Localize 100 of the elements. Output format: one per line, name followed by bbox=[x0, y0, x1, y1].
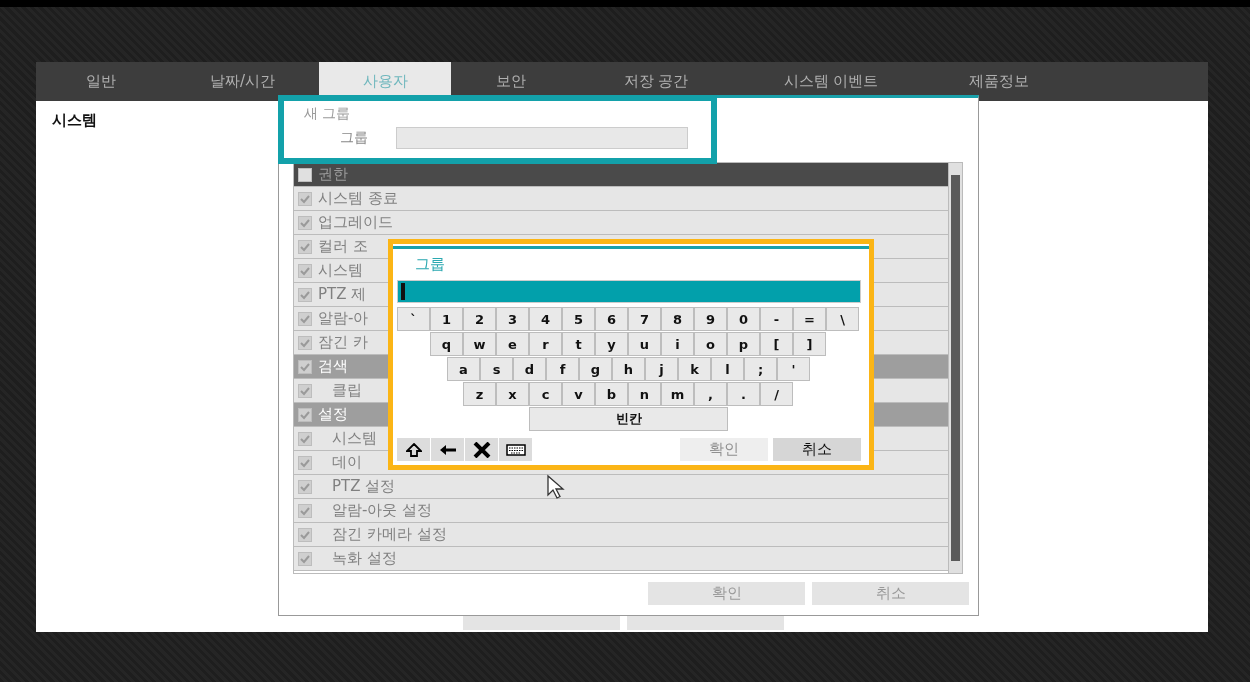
key[interactable]: ` bbox=[397, 307, 430, 331]
keyboard-title: 그룹 bbox=[415, 255, 445, 273]
key[interactable]: y bbox=[595, 332, 628, 356]
key[interactable]: w bbox=[463, 332, 496, 356]
text-caret bbox=[401, 283, 405, 300]
key[interactable]: 8 bbox=[661, 307, 694, 331]
permission-label: 검색 bbox=[318, 357, 348, 376]
key[interactable]: d bbox=[513, 357, 546, 381]
key[interactable]: \ bbox=[826, 307, 859, 331]
key[interactable]: 2 bbox=[463, 307, 496, 331]
checkbox-checked-icon[interactable] bbox=[298, 335, 312, 350]
checkbox-checked-icon[interactable] bbox=[298, 383, 312, 398]
key[interactable]: ' bbox=[777, 357, 810, 381]
key[interactable]: k bbox=[678, 357, 711, 381]
key[interactable]: = bbox=[793, 307, 826, 331]
checkbox-checked-icon[interactable] bbox=[298, 359, 312, 374]
key[interactable]: 5 bbox=[562, 307, 595, 331]
checkbox-checked-icon[interactable] bbox=[298, 455, 312, 470]
checkbox-checked-icon[interactable] bbox=[298, 287, 312, 302]
header-label: 권한 bbox=[318, 165, 348, 184]
key[interactable]: e bbox=[496, 332, 529, 356]
key[interactable]: [ bbox=[760, 332, 793, 356]
permission-label: 잠긴 카메라 설정 bbox=[332, 525, 447, 544]
scrollbar[interactable] bbox=[948, 163, 962, 573]
key[interactable]: v bbox=[562, 382, 595, 406]
group-name-field[interactable] bbox=[396, 127, 688, 149]
permission-label: 녹화 설정 bbox=[332, 549, 397, 568]
shift-key[interactable] bbox=[397, 438, 430, 461]
key[interactable]: g bbox=[579, 357, 612, 381]
key[interactable]: ] bbox=[793, 332, 826, 356]
permission-label: 데이 bbox=[332, 453, 362, 472]
key[interactable]: r bbox=[529, 332, 562, 356]
tab[interactable]: 날짜/시간 bbox=[166, 62, 319, 101]
key[interactable]: ; bbox=[744, 357, 777, 381]
left-arrow-icon bbox=[438, 443, 457, 456]
permission-label: PTZ 제 bbox=[318, 285, 367, 304]
key[interactable]: 9 bbox=[694, 307, 727, 331]
key[interactable]: 6 bbox=[595, 307, 628, 331]
permission-label: 잠긴 카 bbox=[318, 333, 368, 352]
checkbox-checked-icon[interactable] bbox=[298, 215, 312, 230]
key[interactable]: f bbox=[546, 357, 579, 381]
checkbox-checked-icon[interactable] bbox=[298, 527, 312, 542]
checkbox-checked-icon[interactable] bbox=[298, 431, 312, 446]
checkbox-checked-icon[interactable] bbox=[298, 311, 312, 326]
keyboard-icon bbox=[505, 443, 526, 456]
close-icon bbox=[472, 441, 491, 458]
clear-key[interactable] bbox=[465, 438, 498, 461]
key[interactable]: b bbox=[595, 382, 628, 406]
key[interactable]: x bbox=[496, 382, 529, 406]
permission-label: 알람-아 bbox=[318, 309, 369, 328]
key[interactable]: z bbox=[463, 382, 496, 406]
tab[interactable]: 제품정보 bbox=[921, 62, 1076, 101]
checkbox-checked-icon[interactable] bbox=[298, 407, 312, 422]
permission-label: 시스템 bbox=[332, 429, 377, 448]
key[interactable]: n bbox=[628, 382, 661, 406]
key[interactable]: l bbox=[711, 357, 744, 381]
checkbox-icon[interactable] bbox=[298, 167, 312, 182]
permission-label: 시스템 종료 bbox=[318, 189, 398, 208]
key[interactable]: 3 bbox=[496, 307, 529, 331]
key[interactable]: , bbox=[694, 382, 727, 406]
space-key[interactable]: 빈칸 bbox=[529, 407, 728, 431]
key[interactable]: s bbox=[480, 357, 513, 381]
key[interactable]: 7 bbox=[628, 307, 661, 331]
keyboard-key[interactable] bbox=[499, 438, 532, 461]
checkbox-checked-icon[interactable] bbox=[298, 263, 312, 278]
tab[interactable]: 일반 bbox=[36, 62, 166, 101]
backspace-key[interactable] bbox=[431, 438, 464, 461]
key[interactable]: i bbox=[661, 332, 694, 356]
keyboard-input[interactable] bbox=[397, 280, 861, 303]
key[interactable]: o bbox=[694, 332, 727, 356]
permission-label: 알람-아웃 설정 bbox=[332, 501, 433, 520]
checkbox-checked-icon[interactable] bbox=[298, 479, 312, 494]
key[interactable]: j bbox=[645, 357, 678, 381]
key[interactable]: a bbox=[447, 357, 480, 381]
permission-label: PTZ 설정 bbox=[332, 477, 396, 496]
dialog-title: 새 그룹 bbox=[304, 105, 352, 123]
key[interactable]: - bbox=[760, 307, 793, 331]
key[interactable]: q bbox=[430, 332, 463, 356]
key[interactable]: 4 bbox=[529, 307, 562, 331]
key[interactable]: . bbox=[727, 382, 760, 406]
key[interactable]: u bbox=[628, 332, 661, 356]
key[interactable]: / bbox=[760, 382, 793, 406]
key[interactable]: h bbox=[612, 357, 645, 381]
permission-label: 시스템 bbox=[318, 261, 363, 280]
checkbox-checked-icon[interactable] bbox=[298, 551, 312, 566]
key[interactable]: 0 bbox=[727, 307, 760, 331]
key[interactable]: m bbox=[661, 382, 694, 406]
checkbox-checked-icon[interactable] bbox=[298, 191, 312, 206]
field-label: 그룹 bbox=[340, 129, 368, 147]
checkbox-checked-icon[interactable] bbox=[298, 239, 312, 254]
mouse-pointer-icon bbox=[546, 474, 566, 500]
permission-label: 컬러 조 bbox=[318, 237, 368, 256]
section-title: 시스템 bbox=[52, 111, 97, 130]
key[interactable]: c bbox=[529, 382, 562, 406]
checkbox-checked-icon[interactable] bbox=[298, 503, 312, 518]
key[interactable]: 1 bbox=[430, 307, 463, 331]
key[interactable]: t bbox=[562, 332, 595, 356]
key[interactable]: p bbox=[727, 332, 760, 356]
permission-label: 클립 bbox=[332, 381, 362, 400]
keyboard-button[interactable]: 취소 bbox=[773, 438, 861, 461]
